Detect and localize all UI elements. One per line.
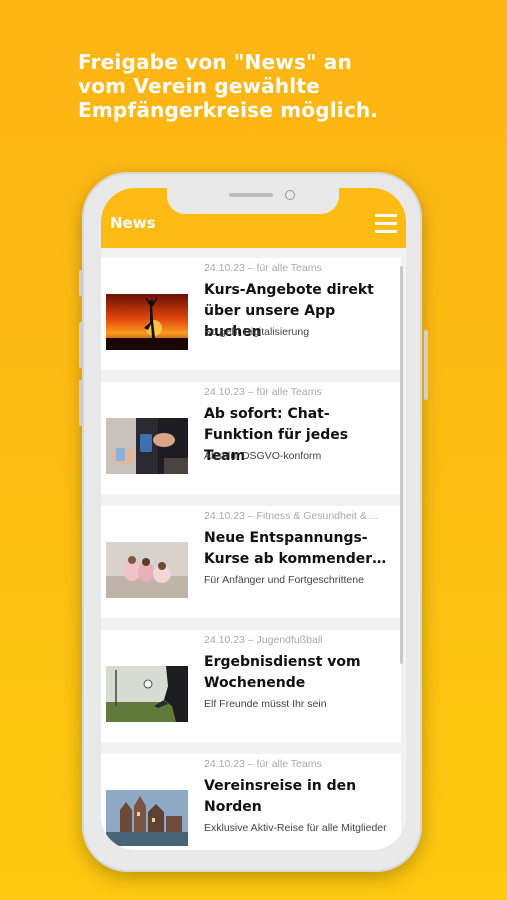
speaker-grille — [229, 193, 273, 197]
phone-mute-button — [79, 270, 83, 296]
news-item[interactable]: 24.10.23 – für alle Teams Kurs-Angebote … — [101, 258, 401, 370]
news-subtitle: Exklusive Aktiv-Reise für alle Mitgliede… — [204, 822, 387, 834]
hamburger-menu-icon[interactable] — [375, 214, 397, 234]
smartphones-hands-photo — [106, 418, 188, 474]
front-camera-icon — [285, 190, 295, 200]
news-meta: 24.10.23 – für alle Teams — [204, 262, 322, 274]
news-meta: 24.10.23 – für alle Teams — [204, 386, 322, 398]
football-kick-photo — [106, 666, 188, 722]
news-item[interactable]: 24.10.23 – Jugendfußball Ergebnisdienst … — [101, 630, 401, 742]
phone-power-button — [424, 330, 428, 400]
promo-line-3: Empfängerkreise möglich. — [78, 98, 379, 122]
news-subtitle: Für Anfänger und Fortgeschrittene — [204, 574, 364, 586]
news-item[interactable]: 24.10.23 – für alle Teams Ab sofort: Cha… — [101, 382, 401, 494]
app-title: News — [110, 214, 156, 232]
phone-volume-down-button — [79, 380, 83, 426]
yoga-sunset-photo — [106, 294, 188, 350]
news-title: Neue Entspannungs-Kurse ab kommender… — [204, 530, 387, 567]
promo-line-1: Freigabe von "News" an — [78, 50, 352, 74]
news-title: Ergebnisdienst vom Wochenende — [204, 654, 361, 691]
promo-line-2: vom Verein gewählte — [78, 74, 320, 98]
news-subtitle: Absolut DSGVO-konform — [204, 450, 322, 462]
phone-notch — [167, 188, 339, 214]
news-subtitle: So geht Digitalisierung — [204, 326, 310, 338]
news-item[interactable]: 24.10.23 – Fitness & Gesundheit & ... Ne… — [101, 506, 401, 618]
news-list-scrollbar[interactable] — [400, 266, 403, 664]
news-meta: 24.10.23 – Jugendfußball — [204, 634, 323, 646]
news-subtitle: Elf Freunde müsst Ihr sein — [204, 698, 327, 710]
news-item[interactable]: 24.10.23 – für alle Teams Vereinsreise i… — [101, 754, 401, 850]
news-title: Vereinsreise in den Norden — [204, 778, 357, 815]
northern-city-photo — [106, 790, 188, 846]
phone-screen: News 24.10.23 – für alle Teams Kurs-Ange… — [101, 188, 406, 850]
news-meta: 24.10.23 – Fitness & Gesundheit & ... — [204, 510, 379, 522]
relaxation-class-photo — [106, 542, 188, 598]
promo-headline: Freigabe von "News" an vom Verein gewähl… — [78, 50, 478, 122]
phone-volume-up-button — [79, 322, 83, 368]
news-meta: 24.10.23 – für alle Teams — [204, 758, 322, 770]
